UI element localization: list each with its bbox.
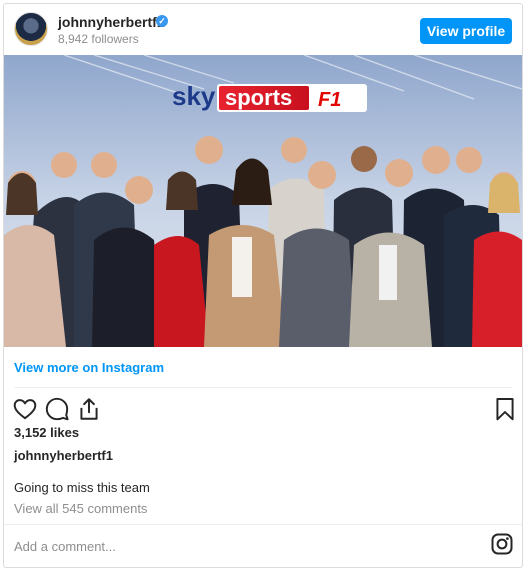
divider — [4, 524, 522, 525]
heart-icon[interactable] — [12, 396, 38, 422]
instagram-embed-card: johnnyherbertf1 ✓ 8,942 followers View p… — [3, 3, 523, 568]
add-comment-input[interactable]: Add a comment... — [14, 539, 116, 554]
post-caption: Going to miss this team — [14, 480, 150, 495]
verified-badge-icon: ✓ — [156, 15, 168, 27]
bookmark-icon[interactable] — [492, 396, 518, 422]
post-image[interactable]: sky sports F1 — [4, 55, 522, 347]
like-count[interactable]: 3,152 likes — [14, 425, 79, 440]
view-profile-button[interactable]: View profile — [420, 18, 512, 44]
instagram-icon[interactable] — [490, 532, 514, 556]
post-owner-username[interactable]: johnnyherbertf1 — [14, 448, 113, 463]
view-more-link[interactable]: View more on Instagram — [14, 360, 164, 375]
username-link[interactable]: johnnyherbertf1 — [58, 14, 165, 30]
comment-icon[interactable] — [44, 396, 70, 422]
f1-logo-text: F1 — [318, 89, 341, 111]
follower-count: 8,942 followers — [58, 32, 139, 46]
avatar[interactable] — [14, 12, 48, 46]
sports-logo-text: sports — [225, 85, 292, 110]
team-photo: sky sports F1 — [4, 55, 522, 347]
view-comments-link[interactable]: View all 545 comments — [14, 501, 147, 516]
sky-logo-text: sky — [172, 81, 216, 111]
divider — [14, 387, 512, 388]
share-icon[interactable] — [76, 396, 102, 422]
action-bar — [4, 392, 522, 426]
post-header: johnnyherbertf1 ✓ 8,942 followers View p… — [4, 4, 522, 56]
